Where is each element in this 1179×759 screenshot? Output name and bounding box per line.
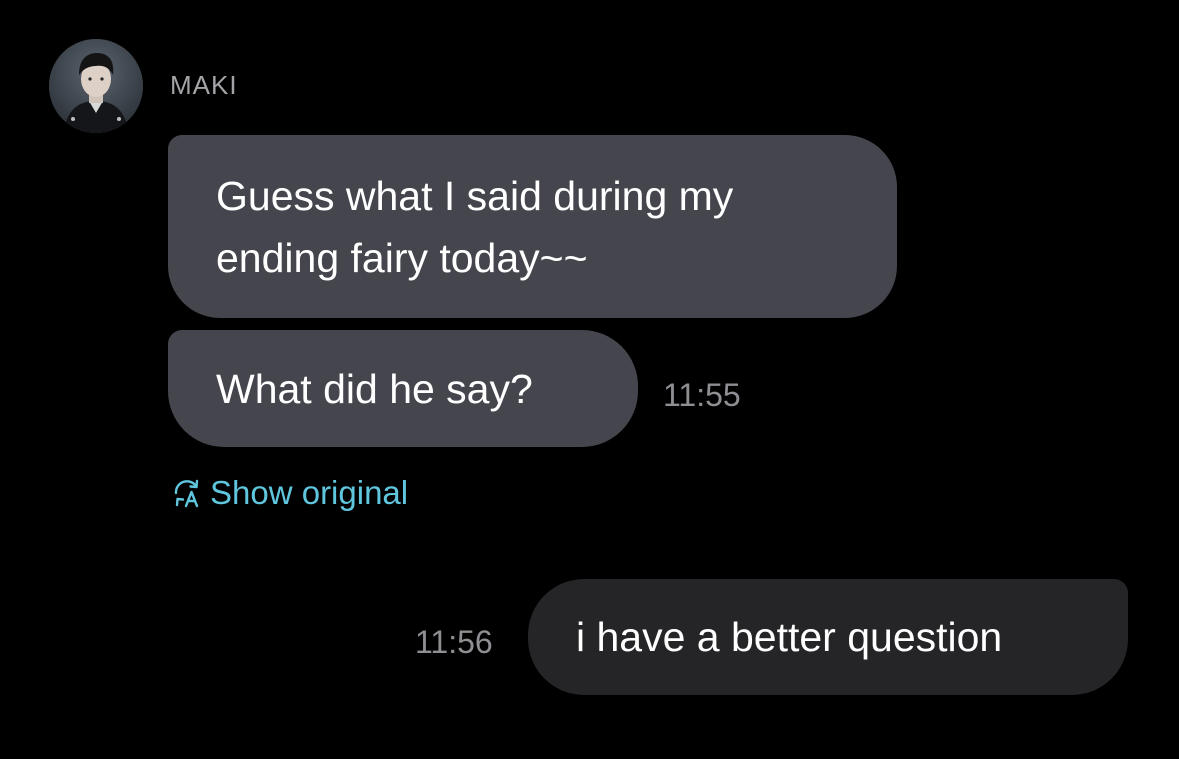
message-bubble-outgoing[interactable]: i have a better question (528, 579, 1128, 695)
message-line: Guess what I said during my (216, 173, 734, 219)
message-timestamp: 11:55 (663, 377, 741, 413)
sender-name: MAKI (170, 70, 238, 100)
show-original-link[interactable]: Show original (170, 474, 408, 512)
message-bubble-incoming[interactable]: Guess what I said during my ending fairy… (168, 135, 897, 318)
avatar-image (49, 39, 143, 133)
message-text: i have a better question (576, 614, 1003, 660)
show-original-label: Show original (210, 474, 409, 511)
message-line: ending fairy today~~ (216, 235, 588, 281)
translate-icon (174, 479, 199, 508)
message-text: What did he say? (216, 366, 533, 412)
chat-thread: MAKI Guess what I said during my ending … (0, 0, 1179, 759)
message-bubble-incoming[interactable]: What did he say? (168, 330, 638, 447)
message-timestamp: 11:56 (415, 624, 493, 660)
avatar[interactable] (49, 39, 143, 133)
